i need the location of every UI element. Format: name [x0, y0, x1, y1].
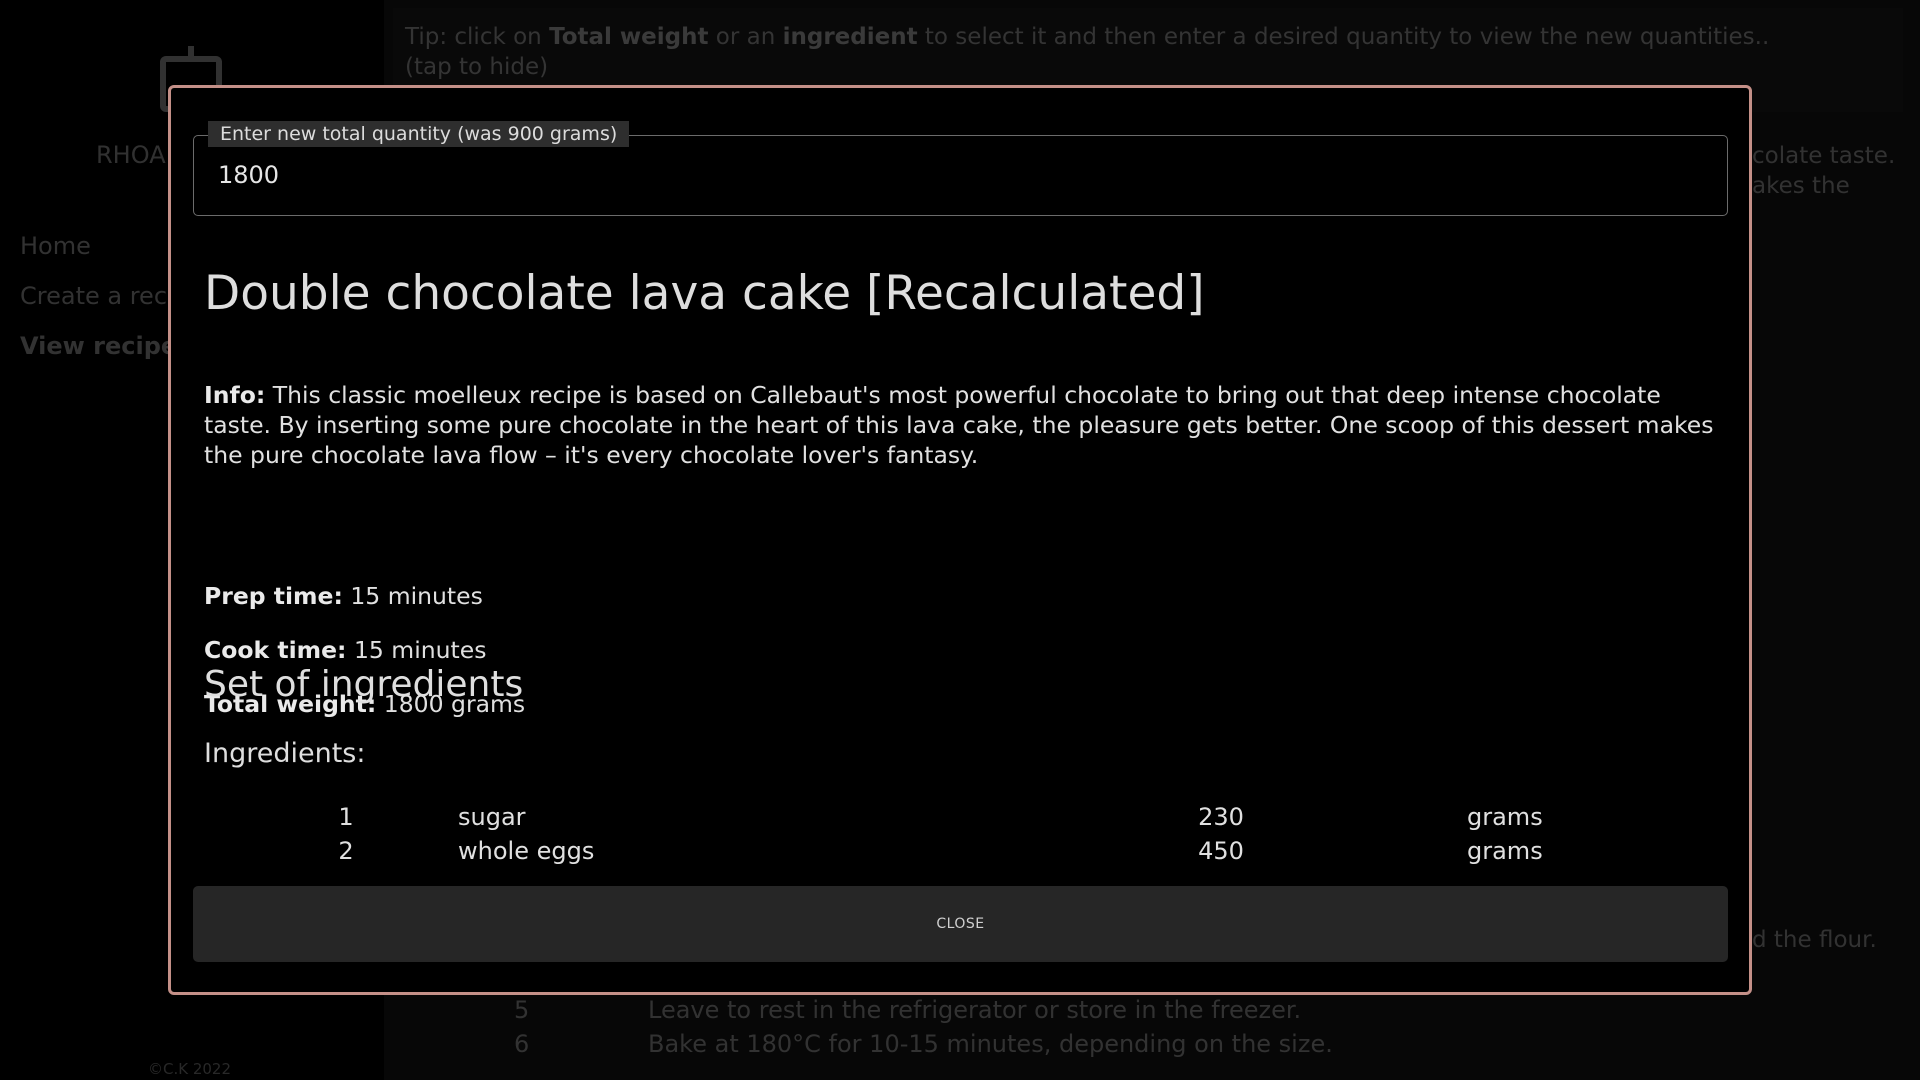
total-quantity-input[interactable] — [218, 158, 1698, 192]
recipe-title: Double chocolate lava cake [Recalculated… — [204, 266, 1205, 321]
total-quantity-field: Enter new total quantity (was 900 grams) — [193, 121, 1728, 216]
ingredient-unit: grams — [1467, 837, 1543, 865]
info-text: This classic moelleux recipe is based on… — [204, 381, 1714, 469]
ingredient-unit: grams — [1467, 803, 1543, 831]
ingredient-quantity: 450 — [1198, 837, 1244, 865]
info-label: Info: — [204, 381, 266, 409]
ingredient-name: sugar — [458, 803, 526, 831]
ingredient-set-heading: Set of ingredients — [204, 664, 524, 705]
ingredient-row[interactable]: 1 sugar 230 grams — [171, 803, 1751, 837]
recalculate-dialog: Enter new total quantity (was 900 grams)… — [168, 85, 1752, 995]
prep-time: Prep time: 15 minutes — [204, 582, 483, 610]
ingredient-row[interactable]: 2 whole eggs 450 grams — [171, 837, 1751, 871]
cook-time-value: 15 minutes — [346, 636, 487, 664]
ingredient-name: whole eggs — [458, 837, 595, 865]
ingredient-quantity: 230 — [1198, 803, 1244, 831]
ingredient-number: 2 — [338, 837, 354, 865]
close-button[interactable]: CLOSE — [193, 886, 1728, 962]
prep-time-label: Prep time: — [204, 582, 343, 610]
prep-time-value: 15 minutes — [342, 582, 483, 610]
ingredients-label: Ingredients: — [204, 738, 366, 769]
cook-time-label: Cook time: — [204, 636, 347, 664]
page: RHOA Home Create a reci View recipes ©C.… — [0, 0, 1920, 1080]
cook-time: Cook time: 15 minutes — [204, 636, 486, 664]
ingredient-number: 1 — [338, 803, 354, 831]
recipe-info: Info: This classic moelleux recipe is ba… — [204, 380, 1724, 470]
total-quantity-label: Enter new total quantity (was 900 grams) — [208, 121, 630, 147]
